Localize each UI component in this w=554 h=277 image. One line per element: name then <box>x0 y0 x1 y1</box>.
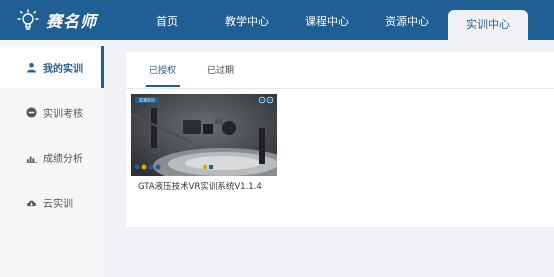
nav-home[interactable]: 首页 <box>127 0 207 40</box>
course-card-thumbnail[interactable]: 宏观实训 <box>131 94 277 176</box>
nav-resource-center[interactable]: 资源中心 <box>367 0 447 40</box>
lightbulb-logo-icon <box>17 9 39 30</box>
active-tab-indicator <box>146 85 180 87</box>
nav-training-center[interactable]: 实训中心 <box>448 10 528 40</box>
sidebar-item-training-assessment[interactable]: 实训考核 <box>0 91 104 133</box>
brand-name: 赛名师 <box>46 12 98 31</box>
bar-chart-icon <box>26 156 37 163</box>
sidebar-item-label: 成绩分析 <box>43 153 83 165</box>
sidebar-item-label: 我的实训 <box>43 63 83 75</box>
sidebar-item-cloud-training[interactable]: 云实训 <box>0 181 104 223</box>
course-title[interactable]: GTA液压技术VR实训系统V1.1.4 <box>138 180 262 192</box>
thumbnail-badge-label: 宏观实训 <box>139 97 155 103</box>
vr-scene-image: 宏观实训 <box>131 94 277 176</box>
top-navbar: 赛名师 首页 教学中心 课程中心 资源中心 实训中心 <box>0 0 554 40</box>
nav-course-center[interactable]: 课程中心 <box>287 0 367 40</box>
user-icon <box>26 62 37 73</box>
sidebar-item-score-analysis[interactable]: 成绩分析 <box>0 136 104 178</box>
brand-logo[interactable]: 赛名师 <box>16 8 97 32</box>
sidebar-item-my-training[interactable]: 我的实训 <box>0 46 104 88</box>
sidebar-item-label: 实训考核 <box>43 108 83 120</box>
content-panel: 已授权 已过期 宏观实训 GTA液压技术VR实训系统V1.1.4 <box>126 52 554 227</box>
cloud-icon <box>27 200 36 206</box>
tab-expired[interactable]: 已过期 <box>207 63 234 76</box>
circle-minus-icon <box>26 106 37 118</box>
sidebar-item-label: 云实训 <box>43 198 73 210</box>
tab-divider <box>126 88 554 89</box>
tab-authorized[interactable]: 已授权 <box>149 63 176 76</box>
sidebar: 我的实训 实训考核 成绩分析 云实训 <box>0 40 104 277</box>
nav-teaching-center[interactable]: 教学中心 <box>207 0 287 40</box>
